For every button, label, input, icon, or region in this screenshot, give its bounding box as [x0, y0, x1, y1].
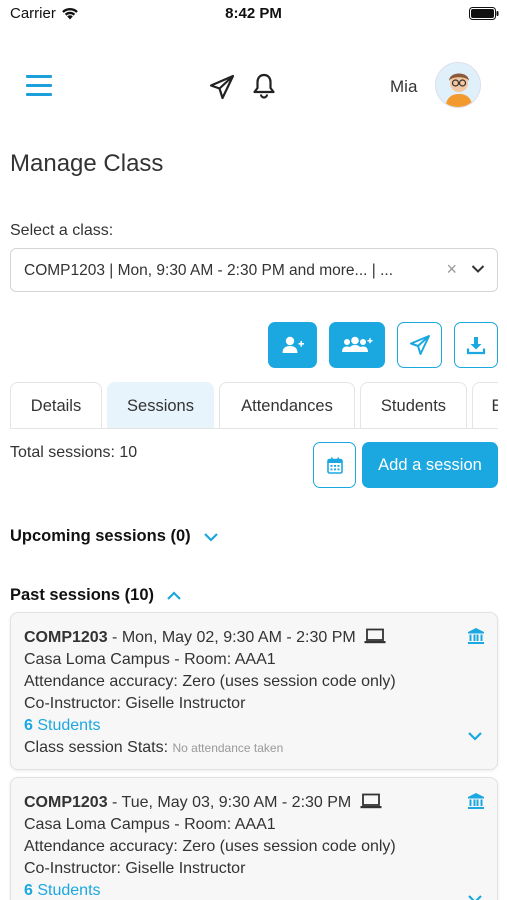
paper-plane-icon[interactable]	[208, 73, 236, 101]
avatar-illustration	[436, 63, 480, 107]
students-label: Students	[32, 717, 101, 734]
tab-divider	[10, 428, 498, 429]
select-class-label: Select a class:	[10, 222, 114, 239]
avatar[interactable]	[435, 62, 481, 108]
user-name[interactable]: Mia	[390, 77, 417, 97]
chevron-down-icon[interactable]	[467, 731, 483, 741]
session-course: COMP1203	[24, 629, 108, 646]
add-student-button[interactable]	[268, 322, 317, 368]
class-select[interactable]: COMP1203 | Mon, 9:30 AM - 2:30 PM and mo…	[10, 248, 498, 292]
session-students-link[interactable]: 6 Students	[24, 882, 101, 900]
add-session-button[interactable]: Add a session	[362, 442, 498, 488]
page-title: Manage Class	[10, 150, 164, 177]
menu-icon[interactable]	[26, 75, 52, 97]
status-time: 8:42 PM	[225, 5, 282, 22]
status-bar: Carrier 8:42 PM	[0, 0, 507, 30]
session-stats: Class session Stats: No attendance taken	[24, 739, 283, 757]
laptop-icon	[364, 628, 386, 644]
calendar-icon	[326, 457, 343, 474]
students-count: 6	[24, 717, 33, 734]
tab-students[interactable]: Students	[360, 382, 467, 428]
download-button[interactable]	[454, 322, 498, 368]
session-location: Casa Loma Campus - Room: AAA1	[24, 651, 276, 668]
session-location: Casa Loma Campus - Room: AAA1	[24, 816, 276, 833]
bell-icon[interactable]	[251, 72, 277, 100]
session-accuracy: Attendance accuracy: Zero (uses session …	[24, 673, 396, 690]
past-sessions-toggle[interactable]: Past sessions (10)	[10, 586, 182, 605]
upcoming-sessions-toggle[interactable]: Upcoming sessions (0)	[10, 527, 219, 546]
campus-building-icon	[468, 628, 484, 644]
send-message-button[interactable]	[397, 322, 442, 368]
battery-icon	[469, 7, 499, 20]
send-icon	[409, 335, 430, 355]
tab-details[interactable]: Details	[10, 382, 102, 428]
upcoming-sessions-header: Upcoming sessions (0)	[10, 527, 191, 545]
laptop-icon	[360, 793, 382, 809]
past-sessions-header: Past sessions (10)	[10, 586, 154, 604]
campus-building-icon	[468, 793, 484, 809]
students-count: 6	[24, 882, 33, 899]
students-label: Students	[32, 882, 101, 899]
chevron-up-icon	[167, 590, 181, 600]
tab-overflow[interactable]: E	[472, 382, 498, 428]
session-title-line: COMP1203 - Tue, May 03, 9:30 AM - 2:30 P…	[24, 793, 382, 812]
chevron-down-icon[interactable]	[471, 264, 485, 274]
add-student-icon	[282, 336, 304, 353]
class-select-value: COMP1203 | Mon, 9:30 AM - 2:30 PM and mo…	[24, 262, 394, 279]
session-datetime: - Mon, May 02, 9:30 AM - 2:30 PM	[107, 629, 356, 646]
session-card[interactable]: COMP1203 - Mon, May 02, 9:30 AM - 2:30 P…	[10, 612, 498, 770]
session-students-link[interactable]: 6 Students	[24, 717, 101, 735]
clear-icon[interactable]: ×	[446, 259, 457, 280]
total-sessions-text: Total sessions: 10	[10, 444, 138, 461]
session-instructor: Co-Instructor: Giselle Instructor	[24, 695, 246, 712]
add-group-button[interactable]	[329, 322, 385, 368]
chevron-down-icon[interactable]	[467, 894, 483, 900]
session-title-line: COMP1203 - Mon, May 02, 9:30 AM - 2:30 P…	[24, 628, 386, 647]
download-icon	[466, 337, 486, 355]
chevron-down-icon	[203, 532, 218, 542]
session-accuracy: Attendance accuracy: Zero (uses session …	[24, 838, 396, 855]
calendar-button[interactable]	[313, 442, 356, 488]
session-card[interactable]: COMP1203 - Tue, May 03, 9:30 AM - 2:30 P…	[10, 777, 498, 900]
stats-value: No attendance taken	[172, 741, 284, 755]
stats-label: Class session Stats:	[24, 739, 173, 756]
session-course: COMP1203	[24, 794, 108, 811]
top-navigation: Mia	[0, 58, 507, 114]
tab-bar: Details Sessions Attendances Students E	[10, 382, 498, 428]
tab-sessions[interactable]: Sessions	[107, 382, 214, 428]
session-datetime: - Tue, May 03, 9:30 AM - 2:30 PM	[107, 794, 352, 811]
tab-attendances[interactable]: Attendances	[219, 382, 355, 428]
add-group-icon	[342, 336, 373, 352]
session-instructor: Co-Instructor: Giselle Instructor	[24, 860, 246, 877]
